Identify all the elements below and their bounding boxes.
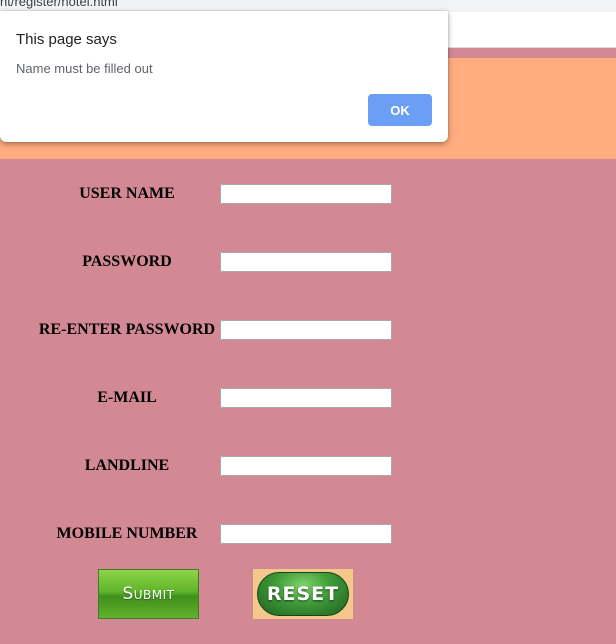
user-name-input[interactable] — [220, 184, 392, 204]
mobile-number-input[interactable] — [220, 524, 392, 544]
landline-input[interactable] — [220, 456, 392, 476]
mobile-number-label: MOBILE NUMBER — [56, 525, 198, 542]
reenter-password-label: RE-ENTER PASSWORD — [38, 321, 216, 338]
reenter-password-input[interactable] — [220, 320, 392, 340]
email-input[interactable] — [220, 388, 392, 408]
password-label: PASSWORD — [82, 253, 172, 270]
dialog-message: Name must be filled out — [16, 61, 153, 76]
submit-button-label: Submit — [122, 584, 175, 604]
submit-button[interactable]: Submit — [98, 569, 199, 619]
reset-button-pill: RESET — [257, 572, 349, 616]
reset-button[interactable]: RESET — [253, 569, 353, 619]
ok-button[interactable]: OK — [368, 94, 432, 126]
landline-label: LANDLINE — [84, 457, 170, 474]
dialog-title: This page says — [16, 31, 117, 48]
url-text: nt/register/hotel.html — [0, 0, 118, 9]
password-input[interactable] — [220, 252, 392, 272]
user-name-label: USER NAME — [79, 185, 175, 202]
alert-dialog: This page says Name must be filled out O… — [0, 11, 448, 142]
reset-button-label: RESET — [266, 583, 340, 605]
email-label: E-MAIL — [97, 389, 157, 406]
